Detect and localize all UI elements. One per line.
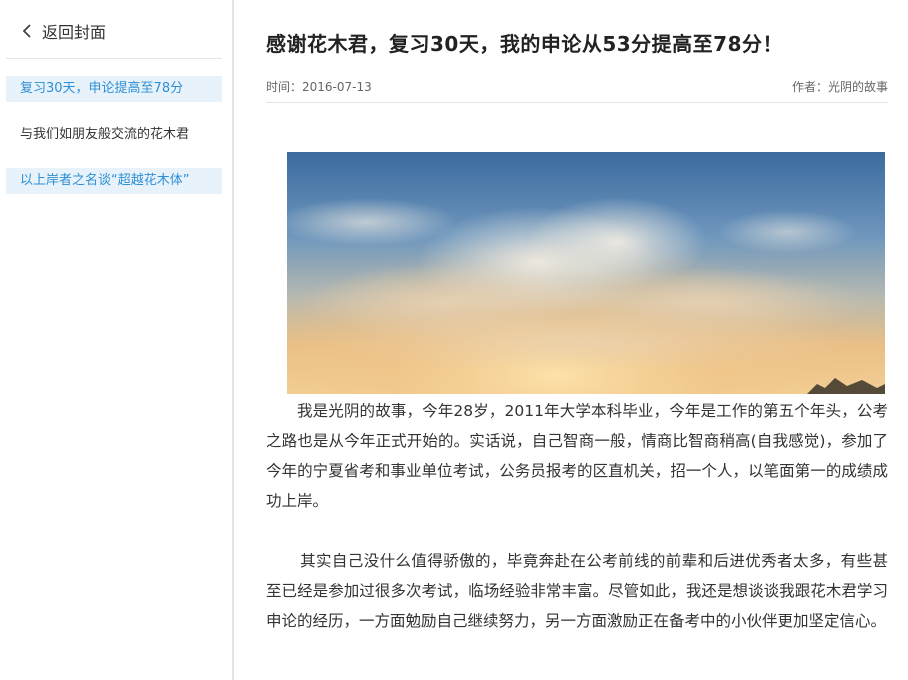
back-to-cover-button[interactable]: 返回封面 [20, 16, 106, 46]
sidebar-item-article-3[interactable]: 以上岸者之名谈“超越花木体” [6, 168, 222, 194]
author: 作者：光阴的故事 [791, 80, 888, 94]
sidebar: 返回封面 复习30天，申论提高至78分 与我们如朋友般交流的花木君 以上岸者之名… [0, 0, 234, 680]
article-paragraph: 我是光阴的故事，今年28岁，2011年大学本科毕业，今年是工作的第五个年头，公考… [266, 402, 888, 510]
chevron-left-icon [22, 24, 31, 38]
sidebar-item-article-1[interactable]: 复习30天，申论提高至78分 [6, 76, 222, 102]
article-title: 感谢花木君，复习30天，我的申论从53分提高至78分！ [266, 32, 783, 56]
meta-divider [266, 102, 888, 103]
article-main: 感谢花木君，复习30天，我的申论从53分提高至78分！ 时间：2016-07-1… [266, 0, 890, 680]
back-label: 返回封面 [42, 23, 107, 42]
article-hero-image [287, 152, 885, 394]
article-meta: 时间：2016-07-13 作者：光阴的故事 [266, 78, 888, 95]
publish-time: 时间：2016-07-13 [266, 80, 372, 94]
article-paragraph: 其实自己没什么值得骄傲的，毕竟奔赴在公考前线的前辈和后进优秀者太多，有些甚至已经… [266, 552, 888, 630]
sidebar-divider [6, 58, 222, 59]
sidebar-item-article-2[interactable]: 与我们如朋友般交流的花木君 [6, 122, 222, 148]
